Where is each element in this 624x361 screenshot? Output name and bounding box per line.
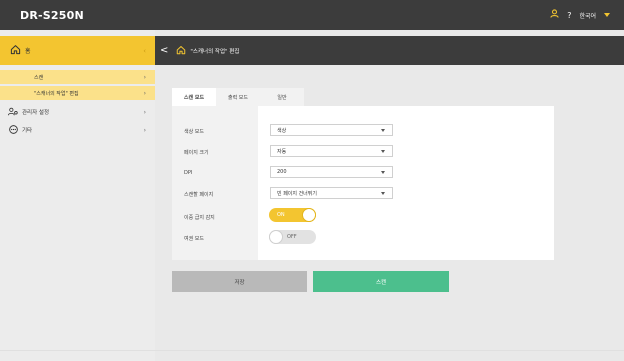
page-header: < "스캐너의 작업" 편집: [155, 36, 624, 65]
dpi-select[interactable]: 200: [270, 166, 393, 178]
brand-logo: DR-S250N: [20, 9, 84, 22]
save-button[interactable]: 저장: [172, 271, 307, 292]
chevron-right-icon: ›: [143, 126, 146, 134]
chevron-down-icon: [381, 192, 385, 195]
admin-settings-icon: [8, 107, 18, 118]
home-icon: [10, 44, 21, 57]
tab-scan-mode[interactable]: 스캔 모드: [172, 88, 216, 106]
scan-side-label: 스캔할 페이지: [184, 192, 214, 198]
double-feed-label: 이중 급지 감지: [184, 215, 215, 221]
tab-general[interactable]: 일반: [260, 88, 304, 106]
tab-output-mode[interactable]: 출력 모드: [216, 88, 260, 106]
scan-button[interactable]: 스캔: [313, 271, 449, 292]
sidebar-item-other[interactable]: 기타 ›: [0, 123, 155, 137]
color-mode-label: 색상 모드: [184, 129, 204, 135]
page-title: "스캐너의 작업" 편집: [190, 48, 240, 55]
page-size-label: 페이지 크기: [184, 150, 209, 156]
toggle-state: OFF: [287, 234, 297, 240]
sidebar-item-label: 관리자 설정: [22, 110, 50, 116]
color-mode-select[interactable]: 색상: [270, 124, 393, 136]
sidebar: 홈 ‹ 스캔 › "스캐너의 작업" 편집 › 관리자 설정 › 기타 ›: [0, 30, 155, 361]
toggle-knob: [269, 230, 283, 244]
help-icon[interactable]: ?: [567, 11, 571, 20]
bottom-divider: [0, 350, 624, 351]
scan-side-select[interactable]: 빈 페이지 건너뛰기: [270, 187, 393, 199]
chevron-right-icon: ›: [143, 89, 146, 97]
chevron-down-icon[interactable]: [604, 13, 610, 17]
user-icon[interactable]: [550, 9, 559, 21]
sidebar-item-edit-job[interactable]: "스캐너의 작업" 편집 ›: [0, 86, 155, 100]
top-bar: DR-S250N ? 한국어: [0, 0, 624, 30]
settings-panel: 색상 모드 색상 페이지 크기 자동 DPI 200 스캔할 페이지 빈 페이지…: [172, 106, 554, 260]
page-size-select[interactable]: 자동: [270, 145, 393, 157]
chevron-down-icon: [381, 129, 385, 132]
passport-mode-toggle[interactable]: OFF: [269, 230, 316, 244]
toggle-knob: [302, 208, 316, 222]
chevron-down-icon: [381, 150, 385, 153]
sidebar-item-home[interactable]: 홈 ‹: [0, 36, 155, 65]
select-value: 자동: [277, 148, 287, 155]
language-selector[interactable]: 한국어: [579, 11, 596, 20]
sidebar-item-admin[interactable]: 관리자 설정 ›: [0, 105, 155, 119]
select-value: 빈 페이지 건너뛰기: [277, 190, 317, 197]
sidebar-item-label: 기타: [22, 128, 33, 134]
dpi-label: DPI: [184, 170, 193, 176]
tab-bar: 스캔 모드 출력 모드 일반: [172, 88, 304, 106]
sidebar-item-label: 스캔: [34, 74, 44, 81]
sidebar-item-label: 홈: [25, 48, 31, 55]
chevron-down-icon: [381, 171, 385, 174]
home-icon: [176, 45, 186, 57]
chevron-left-icon: ‹: [143, 46, 146, 55]
double-feed-toggle[interactable]: ON: [269, 208, 316, 222]
more-icon: [8, 124, 18, 136]
select-value: 색상: [277, 127, 287, 134]
chevron-right-icon: ›: [143, 108, 146, 116]
chevron-right-icon: ›: [143, 73, 146, 81]
back-button[interactable]: <: [160, 45, 168, 56]
toggle-state: ON: [277, 212, 285, 218]
select-value: 200: [277, 169, 287, 175]
sidebar-item-label: "스캐너의 작업" 편집: [34, 90, 79, 97]
sidebar-item-scan[interactable]: 스캔 ›: [0, 70, 155, 84]
top-right-controls: ? 한국어: [550, 0, 610, 30]
passport-mode-label: 여권 모드: [184, 236, 204, 242]
